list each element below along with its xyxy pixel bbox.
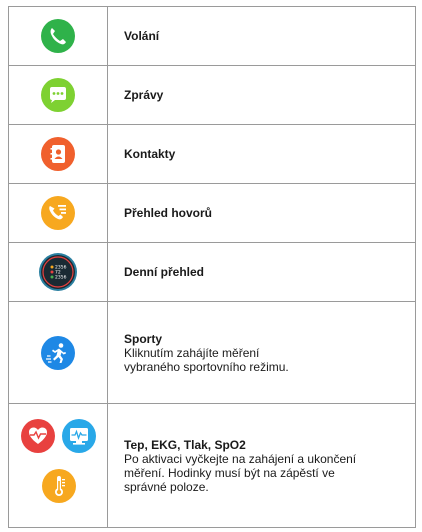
- text-cell: Denní přehled: [107, 242, 416, 302]
- health-icons-group: [9, 407, 107, 525]
- feature-name: Přehled hovorů: [124, 206, 213, 220]
- overview-calories: 2356: [55, 275, 67, 281]
- chat-bubble-icon: [41, 78, 75, 112]
- feature-name: Denní přehled: [124, 265, 205, 279]
- feature-name: Volání: [124, 29, 160, 43]
- thermometer-icon: [42, 468, 76, 503]
- table-row: Tep, EKG, Tlak, SpO2 Po aktivaci vyčkejt…: [8, 403, 416, 528]
- icon-cell: [8, 124, 108, 184]
- text-cell: Tep, EKG, Tlak, SpO2 Po aktivaci vyčkejt…: [107, 403, 416, 528]
- table-row: 2356 72 2356 Denní přehled: [8, 242, 416, 302]
- phone-icon: [41, 19, 75, 53]
- table-row: Volání: [8, 6, 416, 66]
- icon-cell: [8, 6, 108, 66]
- feature-description: Kliknutím zahájíte měření vybraného spor…: [124, 345, 289, 374]
- heart-rate-icon: [21, 418, 55, 453]
- icon-cell: [8, 403, 108, 528]
- feature-name: Sporty: [124, 331, 163, 346]
- text-cell: Přehled hovorů: [107, 183, 416, 243]
- icon-cell: [8, 65, 108, 125]
- text-cell: Sporty Kliknutím zahájíte měření vybrané…: [107, 301, 416, 404]
- feature-name: Tep, EKG, Tlak, SpO2: [124, 437, 246, 452]
- call-log-icon: [41, 196, 75, 230]
- running-icon: [41, 335, 75, 370]
- ecg-monitor-icon: [62, 418, 96, 453]
- text-cell: Zprávy: [107, 65, 416, 125]
- feature-description: Po aktivaci vyčkejte na zahájení a ukonč…: [124, 451, 357, 494]
- table-row: Kontakty: [8, 124, 416, 184]
- icon-cell: [8, 183, 108, 243]
- text-cell: Volání: [107, 6, 416, 66]
- icon-cell: 2356 72 2356: [8, 242, 108, 302]
- feature-name: Zprávy: [124, 88, 164, 102]
- feature-name: Kontakty: [124, 147, 176, 161]
- icon-cell: [8, 301, 108, 404]
- table-row: Sporty Kliknutím zahájíte měření vybrané…: [8, 301, 416, 404]
- table-row: Zprávy: [8, 65, 416, 125]
- table-row: Přehled hovorů: [8, 183, 416, 243]
- daily-overview-icon: 2356 72 2356: [41, 255, 75, 289]
- feature-table: Volání Zprávy Kontakty Přehled hovorů 23…: [8, 6, 416, 528]
- text-cell: Kontakty: [107, 124, 416, 184]
- contacts-icon: [41, 137, 75, 171]
